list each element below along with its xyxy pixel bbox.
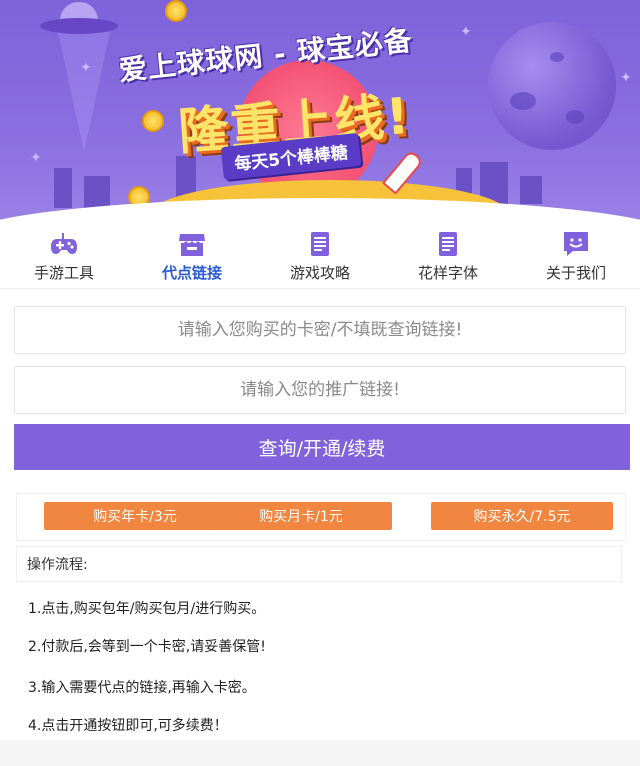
nav-item-proxy-link[interactable]: 代点链接 [128, 222, 256, 288]
coin-icon [142, 110, 164, 132]
ufo-beam [58, 32, 110, 152]
purchase-options: 购买年卡/3元 购买月卡/1元 购买永久/7.5元 [16, 493, 626, 541]
buy-lifetime-button[interactable]: 购买永久/7.5元 [431, 502, 613, 530]
star-icon: ✦ [30, 150, 42, 166]
planet-illustration [488, 22, 616, 150]
promo-link-input[interactable] [14, 366, 626, 414]
ufo-illustration [40, 2, 118, 42]
gamepad-icon [51, 233, 77, 254]
coin-icon [165, 0, 187, 22]
steps-heading: 操作流程: [16, 546, 622, 582]
nav-item-game-tools[interactable]: 手游工具 [0, 222, 128, 288]
building-icon [54, 168, 72, 208]
nav-item-about-us[interactable]: 关于我们 [512, 222, 640, 288]
card-key-input[interactable] [14, 306, 626, 354]
step-item: 1.点击,购买包年/购买包月/进行购买。 [28, 601, 266, 617]
building-icon [84, 176, 110, 208]
nav-label-game-tools: 手游工具 [33, 264, 94, 282]
star-icon: ✦ [80, 60, 92, 76]
nav-label-game-guide: 游戏攻略 [289, 264, 350, 282]
nav-label-proxy-link: 代点链接 [161, 264, 222, 282]
step-item: 3.输入需要代点的链接,再输入卡密。 [28, 680, 256, 696]
hero-banner: ✦ ✦ ✦ ✦ 爱上球球网 - 球宝必备 隆重上线! 每天5个棒棒糖 [0, 0, 640, 222]
query-activate-renew-button[interactable]: 查询/开通/续费 [14, 424, 630, 470]
nav-label-about-us: 关于我们 [545, 264, 606, 282]
main-nav: 手游工具 代点链接 游戏攻略 花样字体 关于我们 [0, 222, 640, 289]
nav-label-fancy-fonts: 花样字体 [417, 264, 478, 282]
nav-item-fancy-fonts[interactable]: 花样字体 [384, 222, 512, 288]
star-icon: ✦ [620, 70, 632, 86]
buy-monthly-button[interactable]: 购买月卡/1元 [210, 502, 392, 530]
building-icon [520, 176, 542, 204]
shop-icon [179, 234, 205, 256]
buy-yearly-button[interactable]: 购买年卡/3元 [44, 502, 226, 530]
step-item: 2.付款后,会等到一个卡密,请妥善保管! [28, 639, 266, 655]
nav-item-game-guide[interactable]: 游戏攻略 [256, 222, 384, 288]
document-icon [311, 232, 329, 256]
chat-smile-icon [564, 232, 588, 256]
document-icon [439, 232, 457, 256]
step-item: 4.点击开通按钮即可,可多续费！ [28, 718, 228, 734]
page: ✦ ✦ ✦ ✦ 爱上球球网 - 球宝必备 隆重上线! 每天5个棒棒糖 手游工具 [0, 0, 640, 740]
star-icon: ✦ [460, 24, 472, 40]
